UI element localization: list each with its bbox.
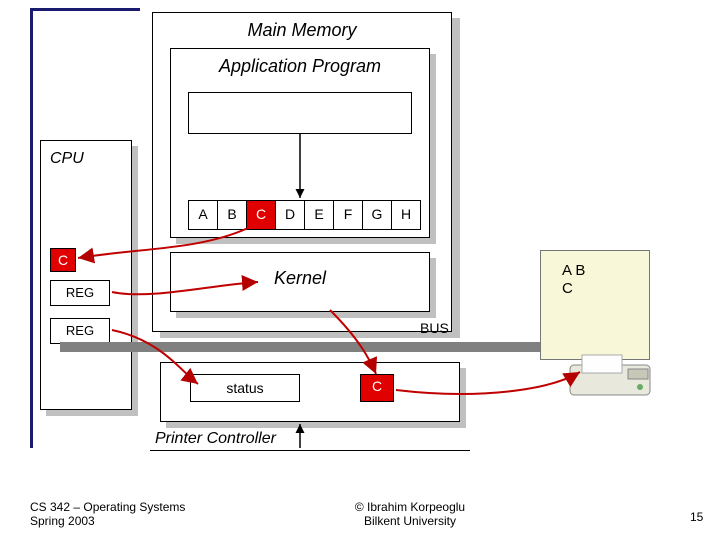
bus-label: BUS [420, 320, 449, 336]
cpu-label: CPU [50, 150, 84, 168]
cpu-reg-1: REG [50, 280, 110, 306]
printer-buffer-row2: C [562, 280, 573, 297]
controller-title: Printer Controller [155, 430, 276, 448]
controller-data-cell: C [360, 374, 394, 402]
controller-underline [150, 450, 470, 451]
footer-left-1: CS 342 – Operating Systems [30, 500, 185, 514]
buffer-cell: D [276, 201, 305, 229]
buffer-cell: G [363, 201, 392, 229]
frame-left [30, 8, 33, 448]
footer-page: 15 [690, 510, 703, 524]
footer-center-2: Bilkent University [330, 514, 490, 528]
buffer-cell: C [247, 201, 276, 229]
bus-bar [60, 342, 580, 352]
buffer-cell: H [392, 201, 420, 229]
footer-left-2: Spring 2003 [30, 514, 95, 528]
app-label: Application Program [170, 56, 430, 77]
buffer-cell: F [334, 201, 363, 229]
source-data-box [188, 92, 412, 134]
cpu-reg-2: REG [50, 318, 110, 344]
frame-top [30, 8, 140, 11]
printer-buffer-row1: A B [562, 262, 585, 279]
cpu-c-cell: C [50, 248, 76, 272]
buffer-cell: A [189, 201, 218, 229]
printer-image [540, 250, 650, 360]
cpu-box [40, 140, 132, 410]
buffer-row: ABCDEFGH [188, 200, 421, 230]
buffer-cell: E [305, 201, 334, 229]
kernel-label: Kernel [170, 268, 430, 289]
footer-center-1: © Ibrahim Korpeoglu [330, 500, 490, 514]
memory-title: Main Memory [152, 20, 452, 41]
buffer-cell: B [218, 201, 247, 229]
status-box: status [190, 374, 300, 402]
